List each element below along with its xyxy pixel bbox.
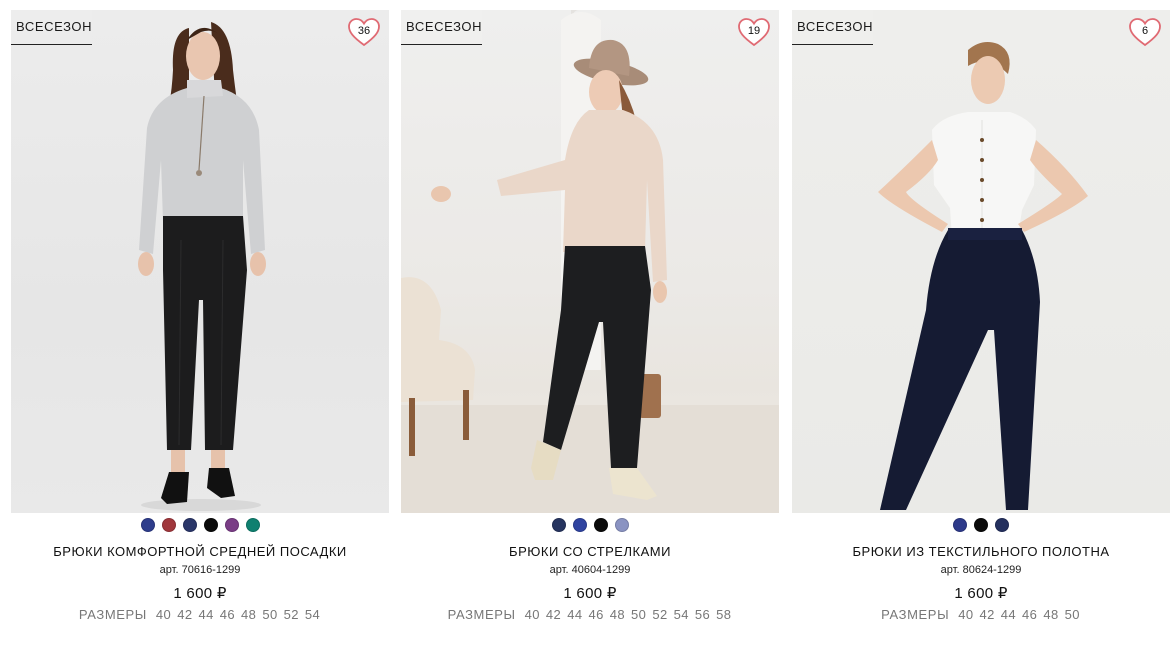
color-swatches: [792, 518, 1170, 534]
color-swatches: [11, 518, 389, 534]
product-price: 1 600 ₽: [954, 585, 1008, 602]
product-article: арт. 70616-1299: [159, 564, 241, 576]
size-option[interactable]: 40: [156, 607, 171, 622]
size-list: РАЗМЕРЫ 40 42 44 46 48 50 52 54 56 58: [401, 607, 779, 622]
color-swatch[interactable]: [953, 518, 967, 532]
size-option[interactable]: 42: [177, 607, 192, 622]
product-card[interactable]: ВСЕСЕЗОН 6 БРЮКИ ИЗ ТЕКСТИЛЬНОГО ПОЛОТНА…: [792, 10, 1170, 640]
size-option[interactable]: 46: [220, 607, 235, 622]
favorite-count: 36: [357, 25, 371, 37]
size-option[interactable]: 48: [610, 607, 625, 622]
product-article: арт. 40604-1299: [549, 564, 631, 576]
sizes-label: РАЗМЕРЫ: [881, 607, 950, 622]
product-price: 1 600 ₽: [173, 585, 227, 602]
product-photo[interactable]: ВСЕСЕЗОН 36: [11, 10, 389, 513]
season-tag: ВСЕСЕЗОН: [401, 10, 482, 45]
size-option[interactable]: 50: [631, 607, 646, 622]
product-card[interactable]: ВСЕСЕЗОН 36 БРЮКИ КОМФОРТНОЙ СРЕДНЕЙ ПОС…: [11, 10, 389, 640]
size-option[interactable]: 40: [525, 607, 540, 622]
sizes-label: РАЗМЕРЫ: [447, 607, 516, 622]
size-option[interactable]: 46: [588, 607, 603, 622]
color-swatch[interactable]: [551, 518, 566, 532]
color-swatch[interactable]: [161, 518, 176, 532]
size-list: РАЗМЕРЫ 40 42 44 46 48 50 52 54: [11, 607, 389, 622]
color-swatch[interactable]: [572, 518, 587, 532]
color-swatches: [401, 518, 779, 534]
size-option[interactable]: 48: [1043, 607, 1058, 622]
favorite-button[interactable]: 6: [1128, 17, 1162, 48]
size-option[interactable]: 46: [1022, 607, 1037, 622]
model-image: [138, 22, 266, 511]
season-tag: ВСЕСЕЗОН: [11, 10, 92, 45]
size-option[interactable]: 50: [1065, 607, 1080, 622]
size-option[interactable]: 56: [695, 607, 710, 622]
product-article: арт. 80624-1299: [940, 564, 1022, 576]
product-photo[interactable]: ВСЕСЕЗОН 6: [792, 10, 1170, 513]
product-title[interactable]: БРЮКИ КОМФОРТНОЙ СРЕДНЕЙ ПОСАДКИ: [11, 544, 389, 559]
color-swatch[interactable]: [182, 518, 197, 532]
favorite-button[interactable]: 19: [737, 17, 771, 48]
product-title[interactable]: БРЮКИ СО СТРЕЛКАМИ: [401, 544, 779, 559]
favorite-count: 19: [747, 25, 761, 37]
size-option[interactable]: 42: [979, 607, 994, 622]
size-option[interactable]: 44: [1001, 607, 1016, 622]
size-option[interactable]: 52: [284, 607, 299, 622]
model-image: [878, 42, 1088, 510]
season-tag: ВСЕСЕЗОН: [792, 10, 873, 45]
product-price: 1 600 ₽: [563, 585, 617, 602]
product-photo[interactable]: ВСЕСЕЗОН 19: [401, 10, 779, 513]
size-option[interactable]: 54: [674, 607, 689, 622]
sizes-label: РАЗМЕРЫ: [78, 607, 147, 622]
size-option[interactable]: 42: [546, 607, 561, 622]
size-option[interactable]: 40: [958, 607, 973, 622]
model-image: [401, 10, 779, 513]
size-option[interactable]: 48: [241, 607, 256, 622]
size-option[interactable]: 54: [305, 607, 320, 622]
size-option[interactable]: 50: [262, 607, 277, 622]
favorite-count: 6: [1141, 25, 1149, 37]
favorite-button[interactable]: 36: [347, 17, 381, 48]
size-option[interactable]: 44: [567, 607, 582, 622]
product-title[interactable]: БРЮКИ ИЗ ТЕКСТИЛЬНОГО ПОЛОТНА: [792, 544, 1170, 559]
color-swatch[interactable]: [140, 518, 155, 532]
color-swatch[interactable]: [974, 518, 988, 532]
color-swatch[interactable]: [593, 518, 608, 532]
product-card[interactable]: ВСЕСЕЗОН 19 БРЮКИ СО СТРЕЛКАМИ арт. 4060…: [401, 10, 779, 640]
color-swatch[interactable]: [224, 518, 239, 532]
size-option[interactable]: 52: [652, 607, 667, 622]
color-swatch[interactable]: [203, 518, 218, 532]
size-option[interactable]: 44: [198, 607, 213, 622]
color-swatch[interactable]: [995, 518, 1009, 532]
color-swatch[interactable]: [245, 518, 260, 532]
size-option[interactable]: 58: [716, 607, 731, 622]
color-swatch[interactable]: [614, 518, 629, 532]
size-list: РАЗМЕРЫ 40 42 44 46 48 50: [792, 607, 1170, 622]
